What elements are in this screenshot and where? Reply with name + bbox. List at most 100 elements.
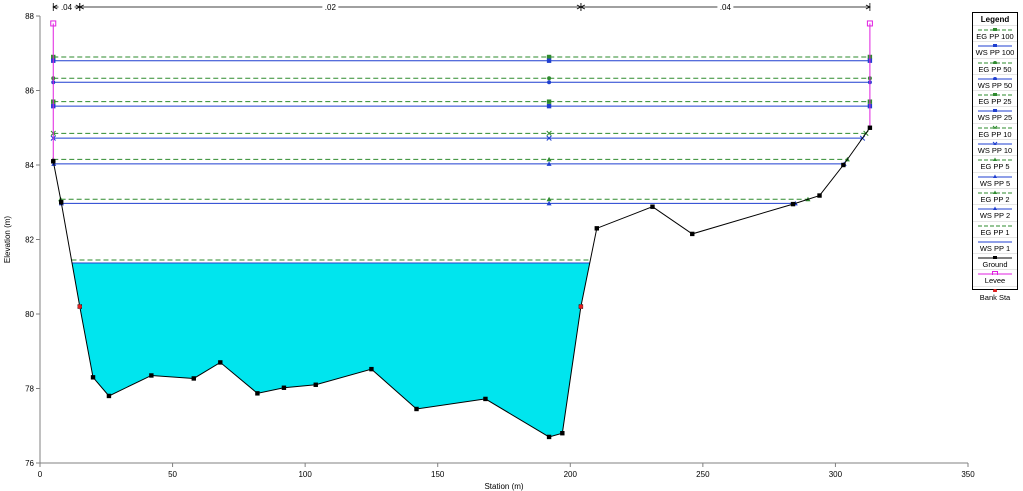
ground-point-11	[369, 366, 374, 372]
manning-label-2: .04	[720, 3, 732, 12]
legend-swatch	[978, 28, 1012, 31]
ground-point-13	[483, 396, 488, 402]
legend-title: Legend	[980, 15, 1010, 24]
legend-item-label: WS PP 50	[977, 80, 1013, 90]
legend-swatch	[978, 109, 1012, 113]
x-tick-label-300: 300	[829, 470, 843, 479]
ground-point-20	[790, 201, 796, 207]
x-axis-title: Station (m)	[484, 482, 523, 491]
y-axis-title: Elevation (m)	[3, 216, 12, 263]
legend-swatch-marker	[993, 76, 997, 80]
legend-item-label: WS PP 25	[977, 113, 1013, 123]
bank-station-0	[77, 304, 82, 309]
legend-item: WS PP 50	[973, 73, 1017, 90]
ground-point-14	[546, 434, 552, 440]
x-tick-label-50: 50	[168, 470, 177, 479]
x-tick-label-350: 350	[961, 470, 975, 479]
legend-swatch	[978, 190, 1012, 194]
legend-swatch	[978, 60, 1012, 64]
y-tick-label-86: 86	[25, 87, 34, 96]
legend-swatch	[978, 125, 1012, 129]
legend-item: Levee	[973, 269, 1017, 285]
ground-point-15	[560, 431, 565, 436]
water-fill	[72, 262, 590, 437]
legend-item: EG PP 1	[973, 220, 1017, 237]
cross-section-chart: 0 50 100 150 200 250 300 350 76 78 80 82 84 86 88 Stati…	[3, 2, 975, 491]
x-tick-label-0: 0	[38, 470, 43, 479]
bank-station-1	[578, 304, 584, 309]
legend-item: EG PP 10	[973, 122, 1017, 139]
ground-point-6	[191, 376, 196, 381]
legend-swatch-marker	[993, 28, 997, 31]
legend-item-label: WS PP 1	[979, 243, 1011, 253]
legend-swatch-marker	[993, 93, 997, 97]
manning-label-1: .02	[325, 3, 337, 12]
legend-swatch	[978, 93, 1012, 97]
ground-point-1	[59, 200, 64, 205]
legend-item-label: WS PP 100	[975, 48, 1015, 58]
y-tick-label-78: 78	[25, 385, 34, 394]
legend-items: EG PP 100 WS PP 100 EG PP 50 WS PP 50 EG PP …	[973, 25, 1017, 302]
legend-item: WS PP 1	[973, 236, 1017, 253]
legend-item: WS PP 100	[973, 41, 1017, 57]
ground-point-19	[690, 231, 695, 237]
legend-item-label: EG PP 50	[978, 64, 1012, 74]
legend-swatch	[978, 241, 1012, 243]
legend: Legend EG PP 100 WS PP 100 EG PP 50 WS PP 5…	[972, 12, 1018, 302]
profile-marker-5-1	[546, 103, 552, 109]
legend-swatch	[978, 76, 1012, 80]
legend-item-label: WS PP 10	[977, 146, 1013, 156]
x-tick-label-250: 250	[696, 470, 710, 479]
legend-item-label: EG PP 5	[980, 162, 1010, 172]
legend-item: EG PP 25	[973, 90, 1017, 106]
legend-swatch	[978, 44, 1012, 48]
legend-item-label: EG PP 1	[980, 227, 1010, 237]
ground-point-21	[817, 193, 822, 198]
legend-item-label: Bank Sta	[979, 292, 1011, 302]
ground-point-23	[867, 125, 873, 130]
legend-swatch	[978, 225, 1012, 227]
y-tick-label-76: 76	[25, 459, 34, 468]
legend-swatch	[978, 206, 1012, 211]
ground-point-9	[281, 385, 287, 390]
legend-item: EG PP 5	[973, 155, 1017, 171]
x-tick-label-200: 200	[564, 470, 578, 479]
legend-swatch	[978, 271, 1012, 276]
legend-swatch-marker	[993, 288, 997, 292]
y-tick-label-80: 80	[25, 310, 34, 319]
legend-item: Ground	[973, 253, 1017, 269]
ground-point-22	[841, 162, 846, 168]
profile-marker-4-1	[546, 99, 552, 104]
legend-swatch	[978, 174, 1012, 178]
ground-point-12	[414, 406, 419, 412]
y-tick-label-84: 84	[25, 161, 34, 170]
legend-swatch-marker	[993, 44, 997, 48]
legend-swatch	[993, 288, 997, 292]
y-tick-label-82: 82	[25, 236, 34, 245]
profile-marker-1-1	[546, 58, 552, 63]
ground-point-5	[149, 373, 154, 378]
ground-point-3	[90, 375, 96, 380]
x-tick-label-150: 150	[431, 470, 445, 479]
legend-swatch-marker	[993, 109, 997, 113]
ground-point-4	[106, 393, 112, 399]
legend-swatch	[978, 141, 1012, 146]
legend-item-label: WS PP 2	[979, 211, 1011, 221]
legend-item: EG PP 2	[973, 187, 1017, 204]
ground-point-10	[313, 382, 318, 387]
ground-point-17	[594, 226, 599, 231]
manning-label-0: .04	[61, 3, 73, 12]
y-tick-label-88: 88	[25, 12, 34, 21]
ground-point-7	[218, 360, 223, 365]
ground-point-0	[51, 159, 56, 164]
legend-item: Bank Sta	[973, 285, 1017, 302]
legend-swatch	[978, 157, 1012, 162]
ground-point-18	[650, 204, 655, 209]
legend-item-label: Levee	[984, 276, 1006, 286]
legend-item-label: Ground	[982, 260, 1008, 270]
legend-item: WS PP 25	[973, 106, 1017, 122]
profile-marker-3-1	[547, 80, 552, 85]
legend-item: EG PP 50	[973, 57, 1017, 74]
legend-item: WS PP 5	[973, 171, 1017, 188]
legend-item: WS PP 10	[973, 139, 1017, 155]
